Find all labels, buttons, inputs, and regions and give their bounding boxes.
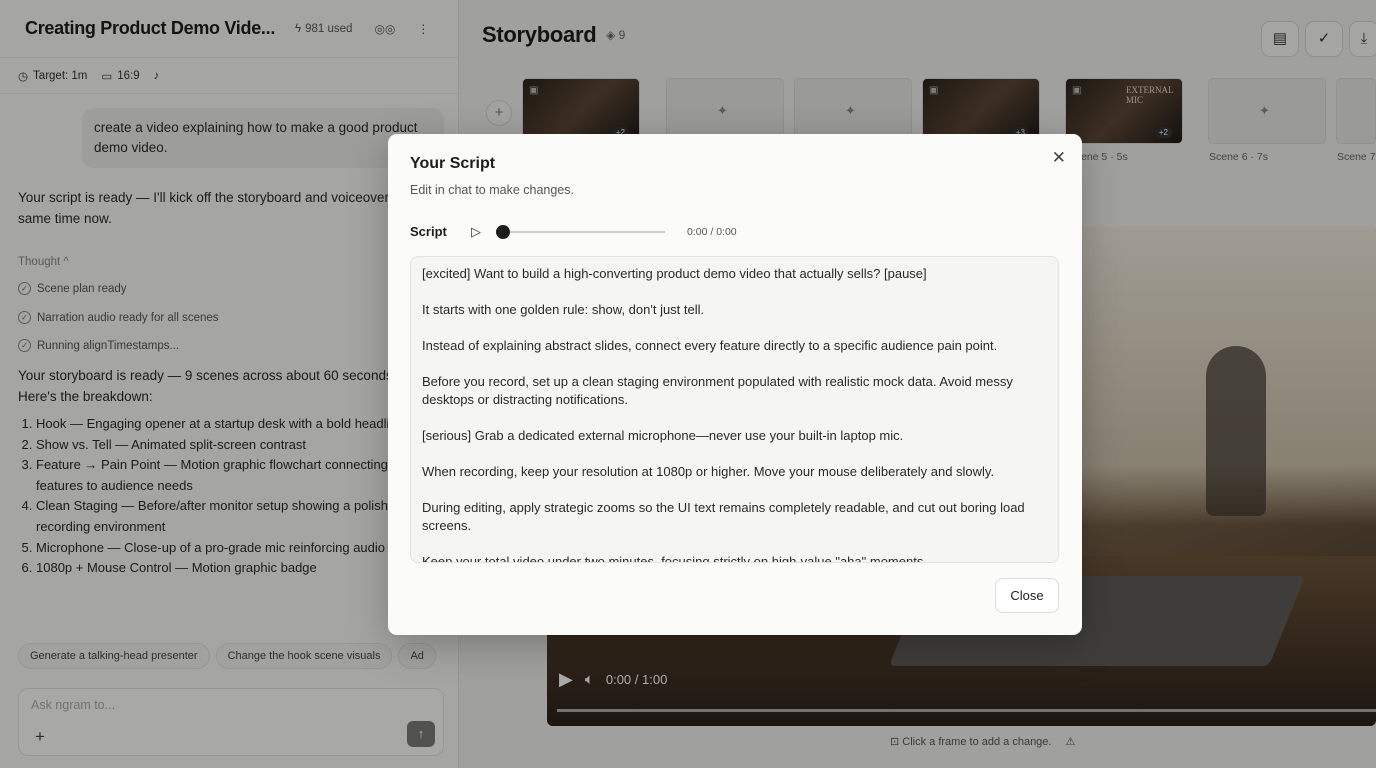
script-dialog: Your Script Edit in chat to make changes…	[388, 134, 1082, 635]
dialog-subtitle: Edit in chat to make changes.	[410, 183, 574, 197]
close-button[interactable]: Close	[995, 578, 1059, 613]
script-paragraph: [serious] Grab a dedicated external micr…	[422, 428, 904, 443]
script-paragraph: It starts with one golden rule: show, do…	[422, 302, 705, 317]
script-paragraph: When recording, keep your resolution at …	[422, 464, 995, 479]
script-paragraph: During editing, apply strategic zooms so…	[422, 500, 1025, 533]
close-icon[interactable]: ✕	[1052, 148, 1066, 168]
script-paragraph: Before you record, set up a clean stagin…	[422, 374, 1013, 407]
audio-time: 0:00 / 0:00	[687, 226, 737, 238]
script-text[interactable]: [excited] Want to build a high-convertin…	[410, 256, 1059, 563]
play-icon[interactable]: ▷	[471, 224, 481, 240]
script-paragraph: Keep your total video under two minutes,…	[422, 554, 927, 563]
script-paragraph: [excited] Want to build a high-convertin…	[422, 266, 927, 281]
audio-scrubber[interactable]	[502, 231, 665, 233]
script-paragraph: Instead of explaining abstract slides, c…	[422, 338, 998, 353]
dialog-title: Your Script	[410, 155, 496, 172]
scrubber-handle[interactable]	[496, 225, 510, 239]
script-label: Script	[410, 224, 447, 239]
